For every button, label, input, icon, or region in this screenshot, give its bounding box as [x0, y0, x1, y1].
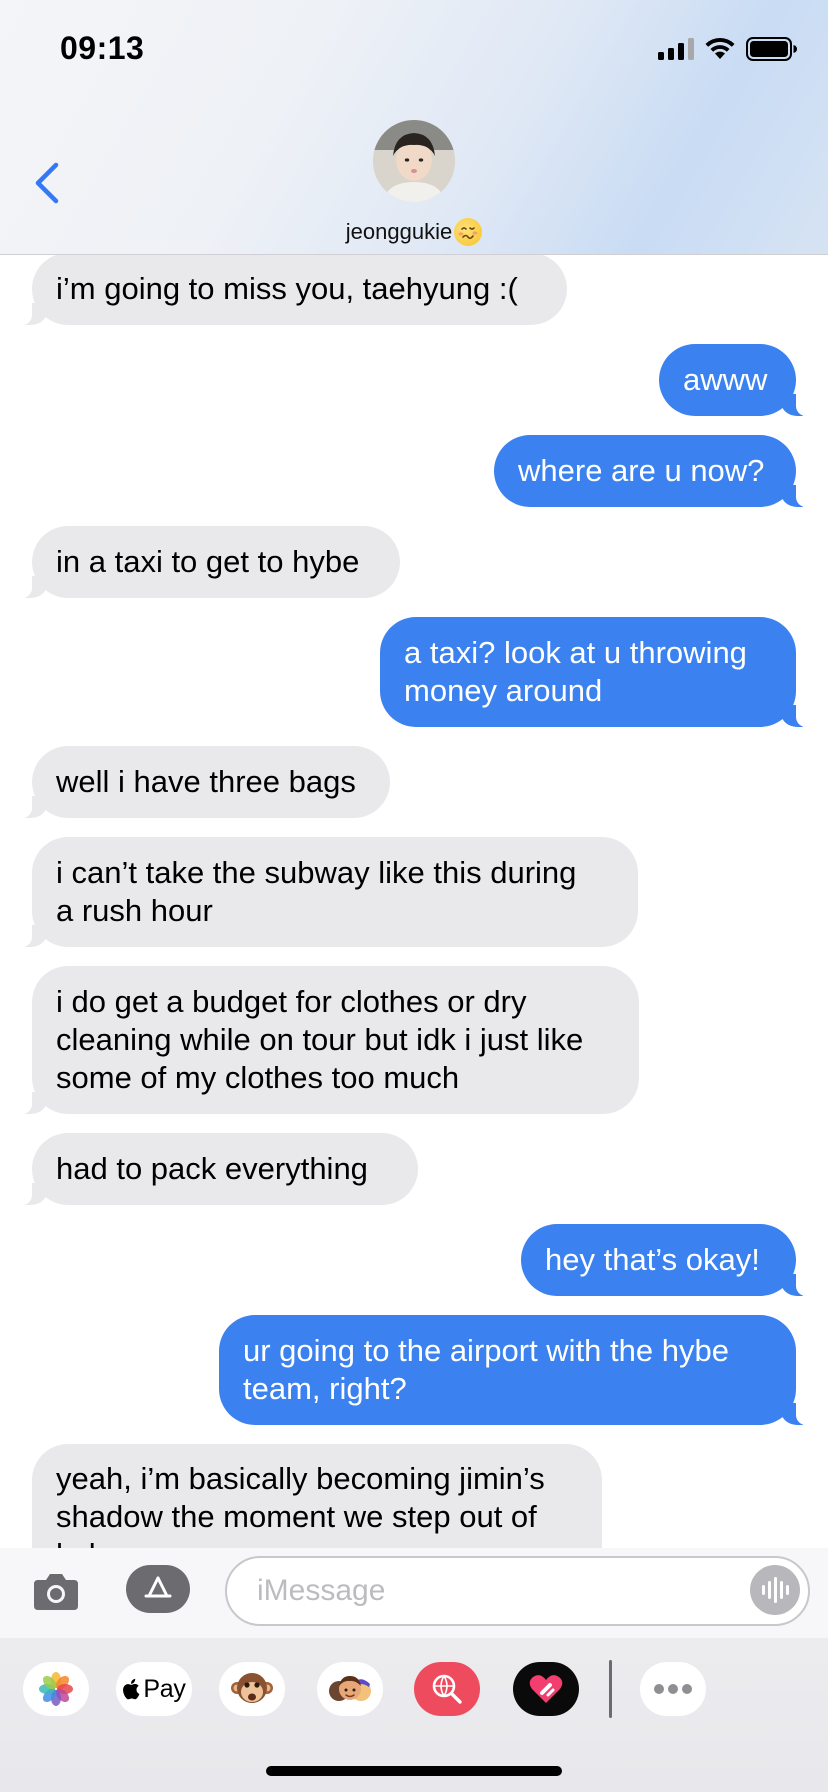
dictation-button[interactable]: [750, 1565, 800, 1615]
animoji-app-button[interactable]: [219, 1662, 285, 1716]
contact-avatar[interactable]: [373, 120, 455, 202]
message-text-line: hybe: [56, 1536, 123, 1548]
more-apps-button[interactable]: [640, 1662, 706, 1716]
contact-name-text: jeonggukie: [345, 219, 453, 244]
message-bubble-incoming[interactable]: yeah, i’m basically becoming jimin’s sha…: [32, 1444, 602, 1548]
message-bubble-incoming[interactable]: had to pack everything: [18, 1133, 418, 1205]
monkey-memoji-icon: [231, 1673, 273, 1703]
message-text: in a taxi to get to hybe: [56, 544, 360, 579]
wifi-icon: [705, 37, 735, 59]
home-indicator[interactable]: [266, 1766, 562, 1776]
conversation-header: 09:13 jeonggukie: [0, 0, 828, 255]
digital-touch-app-button[interactable]: [513, 1662, 579, 1716]
battery-icon: [746, 37, 797, 61]
message-text-line: some of my clothes too much: [56, 1060, 460, 1095]
message-text-line: shadow the moment we step out of: [56, 1499, 537, 1534]
memoji-stickers-icon: [329, 1676, 371, 1701]
app-store-button[interactable]: [126, 1565, 190, 1613]
camera-icon: [34, 1574, 78, 1610]
photos-app-button[interactable]: [23, 1662, 89, 1716]
heart-touch-icon: [529, 1675, 563, 1703]
memoji-stickers-app-button[interactable]: [317, 1662, 383, 1716]
status-bar-icons: [658, 36, 798, 62]
contact-name[interactable]: jeonggukie: [0, 218, 828, 246]
app-store-icon: [144, 1576, 172, 1598]
message-text-line: ur going to the airport with the hybe: [243, 1333, 729, 1368]
app-drawer-divider: [609, 1660, 612, 1718]
message-text-line: team, right?: [243, 1371, 407, 1406]
message-text: where are u now?: [518, 453, 765, 488]
status-bar-time: 09:13: [60, 30, 145, 66]
imessage-input[interactable]: [225, 1556, 810, 1626]
avatar-photo: [373, 120, 455, 202]
message-text: hey that’s okay!: [545, 1242, 760, 1277]
message-bubble-incoming[interactable]: i’m going to miss you, taehyung :(: [18, 253, 567, 325]
message-text: had to pack everything: [56, 1151, 368, 1186]
photos-icon: [39, 1672, 73, 1706]
message-text-line: a taxi? look at u throwing: [404, 635, 747, 670]
message-bubble-outgoing[interactable]: hey that’s okay!: [521, 1224, 810, 1296]
chevron-left-icon: [35, 162, 59, 204]
woozy-face-icon: [454, 218, 483, 246]
message-text: i’m going to miss you, taehyung :(: [56, 271, 518, 306]
globe-search-icon: [432, 1674, 462, 1704]
message-bubble-incoming[interactable]: i do get a budget for clothes or dry cle…: [18, 966, 639, 1114]
message-text-line: i do get a budget for clothes or dry: [56, 984, 527, 1019]
message-bubble-outgoing[interactable]: ur going to the airport with the hybe te…: [219, 1315, 810, 1425]
apple-logo-icon: [123, 1678, 140, 1700]
more-icon: [654, 1684, 692, 1694]
app-drawer: Pay: [0, 1638, 828, 1792]
message-bubble-incoming[interactable]: well i have three bags: [18, 746, 390, 818]
message-bubble-outgoing[interactable]: a taxi? look at u throwing money around: [380, 617, 810, 727]
apple-pay-app-button[interactable]: Pay: [116, 1662, 192, 1716]
back-button[interactable]: [28, 158, 68, 208]
message-bubble-outgoing[interactable]: where are u now?: [494, 435, 810, 507]
message-text-line: a rush hour: [56, 893, 213, 928]
compose-bar: [0, 1548, 828, 1638]
message-bubble-incoming[interactable]: i can’t take the subway like this during…: [18, 837, 638, 947]
message-text-line: cleaning while on tour but idk i just li…: [56, 1022, 584, 1057]
message-bubble-outgoing[interactable]: awww: [659, 344, 810, 416]
message-text-line: yeah, i’m basically becoming jimin’s: [56, 1461, 545, 1496]
search-images-app-button[interactable]: [414, 1662, 480, 1716]
cellular-signal-icon: [658, 38, 694, 60]
apple-pay-label: Pay: [143, 1674, 186, 1703]
message-text-line: i can’t take the subway like this during: [56, 855, 577, 890]
message-bubble-incoming[interactable]: in a taxi to get to hybe: [18, 526, 400, 598]
message-text: well i have three bags: [56, 764, 356, 799]
message-text: awww: [683, 362, 768, 397]
camera-button[interactable]: [32, 1570, 80, 1612]
message-text-line: money around: [404, 673, 603, 708]
